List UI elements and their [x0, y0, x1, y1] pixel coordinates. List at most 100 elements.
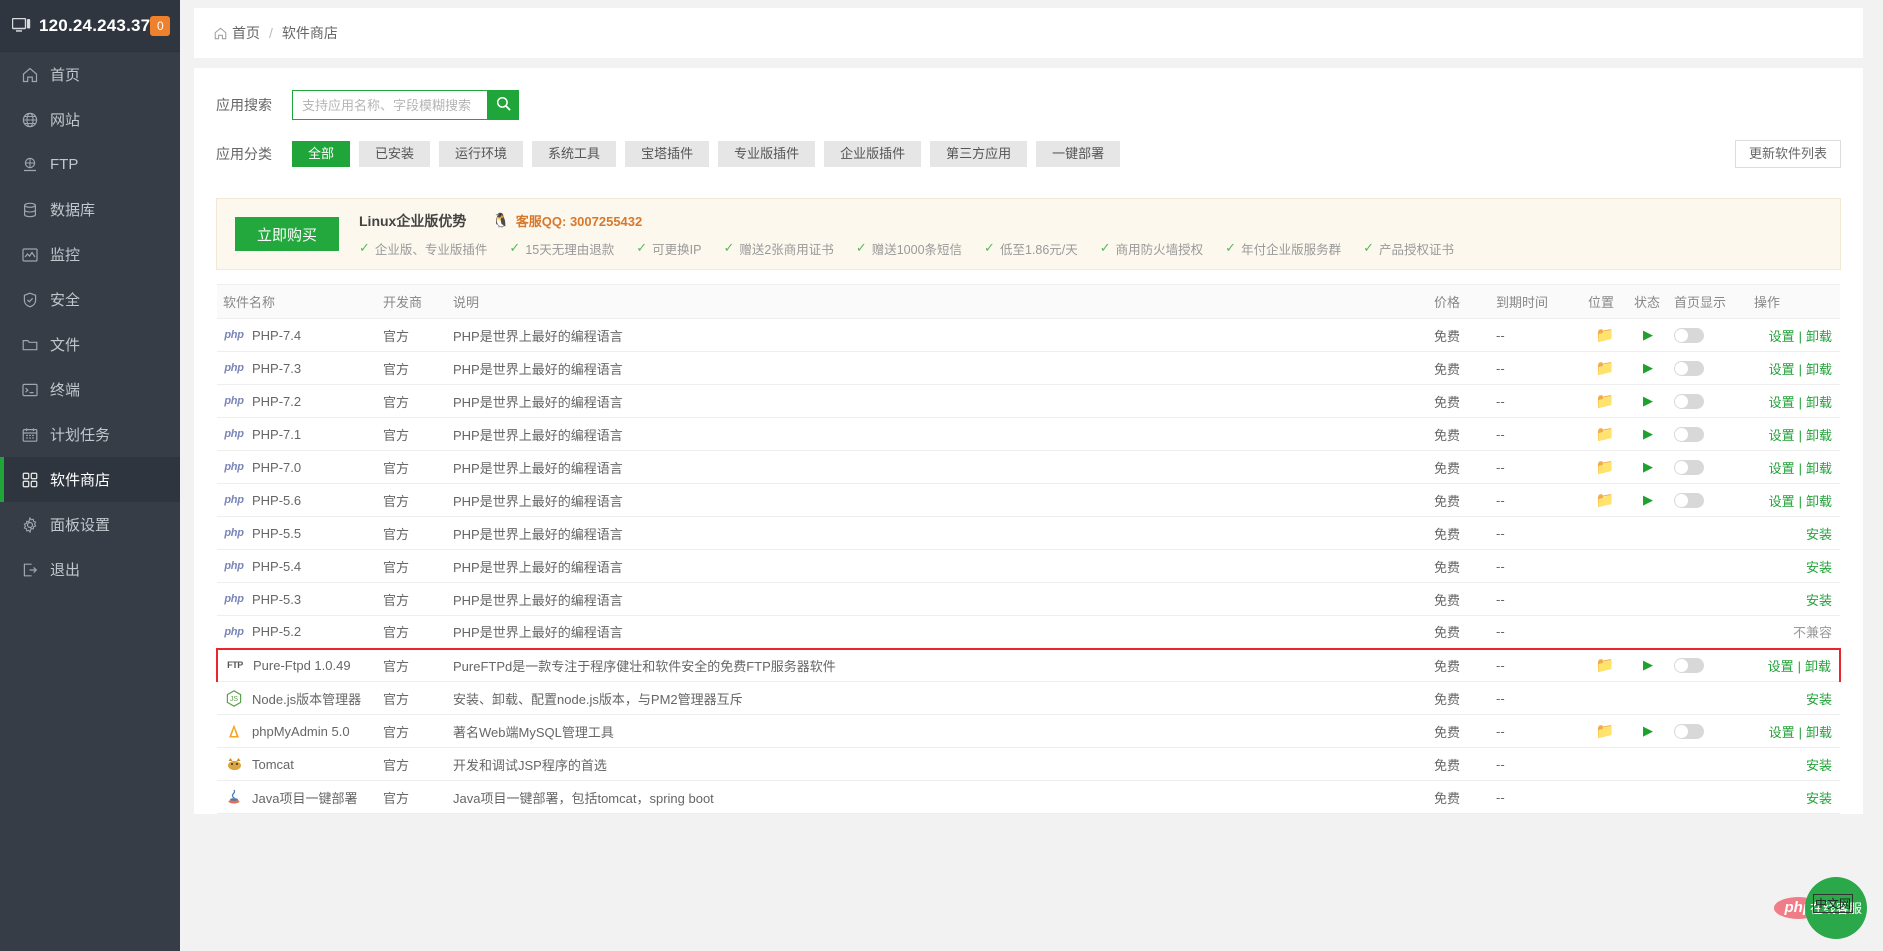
php-icon: php — [224, 428, 244, 440]
folder-icon[interactable]: 📁 — [1596, 426, 1615, 443]
breadcrumb-home-link[interactable]: 首页 — [232, 23, 260, 43]
sidebar-item-security[interactable]: 安全 — [0, 277, 180, 322]
category-runtime[interactable]: 运行环境 — [439, 141, 524, 167]
sidebar-item-files[interactable]: 文件 — [0, 322, 180, 367]
category-label: 应用分类 — [216, 146, 272, 162]
check-icon: ✓ — [509, 240, 521, 255]
cell-expire: -- — [1490, 582, 1582, 616]
search-button[interactable] — [487, 90, 519, 120]
cell-position — [1582, 780, 1628, 814]
play-icon[interactable]: ▶ — [1643, 327, 1653, 342]
cell-expire: -- — [1490, 318, 1582, 352]
sidebar-label: 安全 — [50, 292, 81, 309]
uninstall-link[interactable]: 卸载 — [1806, 428, 1832, 443]
sidebar-item-database[interactable]: 数据库 — [0, 187, 180, 232]
homepage-toggle[interactable] — [1674, 394, 1704, 410]
homepage-toggle[interactable] — [1674, 460, 1704, 476]
settings-link[interactable]: 设置 — [1769, 395, 1795, 410]
search-input[interactable] — [292, 90, 487, 120]
search-box — [292, 90, 519, 120]
settings-link[interactable]: 设置 — [1769, 362, 1795, 377]
settings-link[interactable]: 设置 — [1769, 428, 1795, 443]
install-link[interactable]: 安装 — [1806, 527, 1832, 542]
play-icon[interactable]: ▶ — [1643, 459, 1653, 474]
sidebar-item-terminal[interactable]: 终端 — [0, 367, 180, 412]
folder-icon[interactable]: 📁 — [1596, 459, 1615, 476]
promo-qq[interactable]: 客服QQ: 3007255432 — [516, 211, 642, 230]
sidebar-item-monitor[interactable]: 监控 — [0, 232, 180, 277]
sidebar-item-logout[interactable]: 退出 — [0, 547, 180, 592]
cell-price: 免费 — [1428, 582, 1490, 616]
app-developer: 官方 — [383, 526, 410, 542]
category-third-party[interactable]: 第三方应用 — [930, 141, 1028, 167]
cell-desc: PHP是世界上最好的编程语言 — [447, 384, 1428, 418]
play-icon[interactable]: ▶ — [1643, 426, 1653, 441]
play-icon[interactable]: ▶ — [1643, 492, 1653, 507]
cell-ops: 设置 | 卸载 — [1748, 318, 1840, 352]
sidebar-item-home[interactable]: 首页 — [0, 52, 180, 97]
uninstall-link[interactable]: 卸载 — [1805, 659, 1831, 674]
play-icon[interactable]: ▶ — [1643, 360, 1653, 375]
category-enterprise-plugins[interactable]: 企业版插件 — [824, 141, 922, 167]
category-one-click-deploy[interactable]: 一键部署 — [1036, 141, 1121, 167]
uninstall-link[interactable]: 卸载 — [1806, 725, 1832, 740]
category-pro-plugins[interactable]: 专业版插件 — [718, 141, 816, 167]
play-icon[interactable]: ▶ — [1643, 657, 1653, 672]
category-system-tools[interactable]: 系统工具 — [532, 141, 617, 167]
uninstall-link[interactable]: 卸载 — [1806, 494, 1832, 509]
app-expire: -- — [1496, 426, 1505, 442]
folder-icon[interactable]: 📁 — [1596, 327, 1615, 344]
sidebar-item-ftp[interactable]: FTP — [0, 142, 180, 187]
uninstall-link[interactable]: 卸载 — [1806, 362, 1832, 377]
install-link[interactable]: 安装 — [1806, 758, 1832, 773]
uninstall-link[interactable]: 卸载 — [1806, 329, 1832, 344]
cell-homepage — [1668, 615, 1748, 649]
app-price: 免费 — [1434, 526, 1461, 542]
sidebar-item-crontab[interactable]: 计划任务 — [0, 412, 180, 457]
homepage-toggle[interactable] — [1674, 361, 1704, 377]
app-description: PHP是世界上最好的编程语言 — [453, 559, 623, 575]
install-link[interactable]: 安装 — [1806, 560, 1832, 575]
promo-feature-label: 赠送2张商用证书 — [739, 242, 834, 257]
folder-icon[interactable]: 📁 — [1596, 723, 1615, 740]
category-installed[interactable]: 已安装 — [359, 141, 431, 167]
sidebar-item-app-store[interactable]: 软件商店 — [0, 457, 180, 502]
category-bt-plugins[interactable]: 宝塔插件 — [625, 141, 710, 167]
table-row: phpMyAdmin 5.0 官方 著名Web端MySQL管理工具 免费 -- 📁 ▶ 设置 |… — [217, 714, 1840, 748]
cell-homepage — [1668, 549, 1748, 583]
update-software-list-button[interactable]: 更新软件列表 — [1734, 140, 1841, 168]
install-link[interactable]: 安装 — [1806, 791, 1832, 806]
sidebar-item-panel-settings[interactable]: 面板设置 — [0, 502, 180, 547]
notification-badge[interactable]: 0 — [150, 15, 171, 36]
homepage-toggle[interactable] — [1674, 493, 1704, 509]
play-icon[interactable]: ▶ — [1643, 723, 1653, 738]
buy-now-button[interactable]: 立即购买 — [235, 217, 339, 251]
cell-ops: 安装 — [1748, 582, 1840, 616]
homepage-toggle[interactable] — [1674, 658, 1704, 674]
homepage-toggle[interactable] — [1674, 724, 1704, 740]
install-link[interactable]: 安装 — [1806, 593, 1832, 608]
folder-icon[interactable]: 📁 — [1596, 492, 1615, 509]
settings-link[interactable]: 设置 — [1769, 725, 1795, 740]
uninstall-link[interactable]: 卸载 — [1806, 395, 1832, 410]
homepage-toggle[interactable] — [1674, 328, 1704, 344]
settings-link[interactable]: 设置 — [1769, 329, 1795, 344]
folder-icon[interactable]: 📁 — [1596, 657, 1615, 674]
homepage-toggle[interactable] — [1674, 427, 1704, 443]
cell-name: JS Node.js版本管理器 — [217, 681, 377, 715]
app-table-head: 软件名称 开发商 说明 价格 到期时间 位置 状态 首页显示 操作 — [217, 284, 1840, 319]
cell-status: ▶ — [1628, 318, 1668, 352]
category-all[interactable]: 全部 — [292, 141, 351, 167]
settings-link[interactable]: 设置 — [1768, 659, 1794, 674]
settings-link[interactable]: 设置 — [1769, 461, 1795, 476]
uninstall-link[interactable]: 卸载 — [1806, 461, 1832, 476]
breadcrumb-current: 软件商店 — [281, 25, 338, 41]
folder-icon[interactable]: 📁 — [1596, 360, 1615, 377]
database-icon — [22, 202, 50, 218]
install-link[interactable]: 安装 — [1806, 692, 1832, 707]
play-icon[interactable]: ▶ — [1643, 393, 1653, 408]
settings-link[interactable]: 设置 — [1769, 494, 1795, 509]
folder-icon[interactable]: 📁 — [1596, 393, 1615, 410]
table-row: php PHP-5.5 官方 PHP是世界上最好的编程语言 免费 -- 安装 — [217, 516, 1840, 550]
sidebar-item-website[interactable]: 网站 — [0, 97, 180, 142]
